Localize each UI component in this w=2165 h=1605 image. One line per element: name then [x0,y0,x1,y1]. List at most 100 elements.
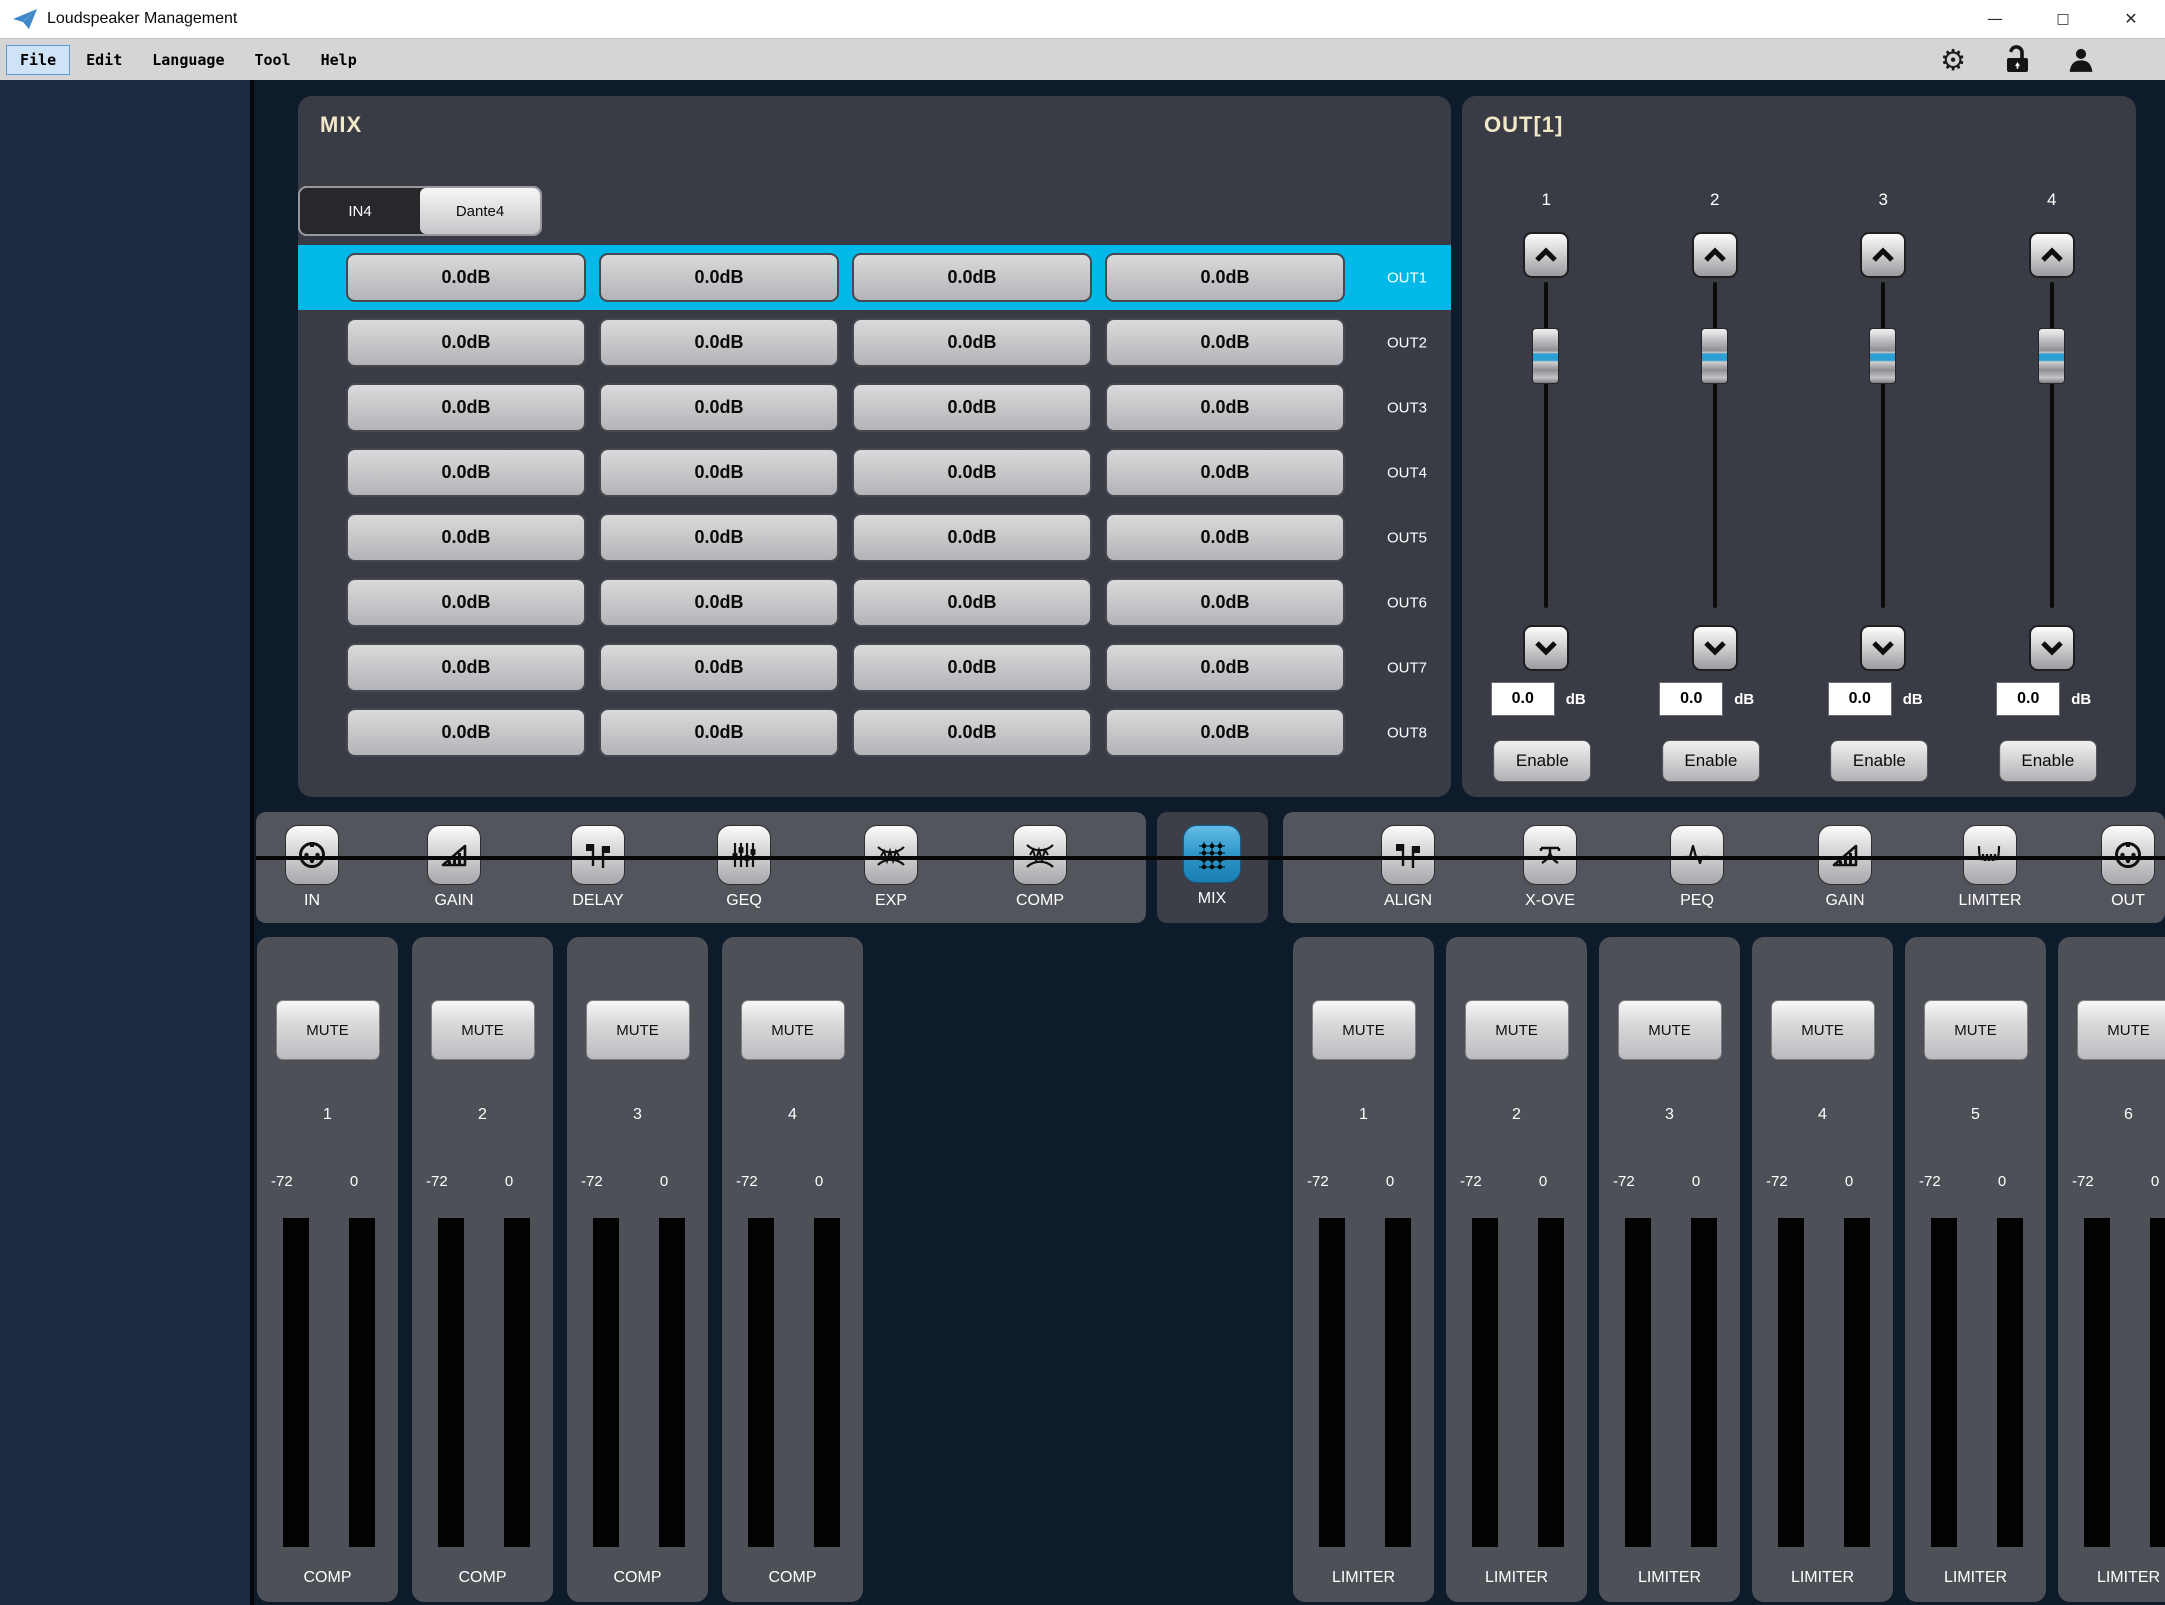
gain-ramp-icon[interactable] [427,825,481,885]
chain-stage-out[interactable]: OUT [2068,825,2165,910]
maximize-button[interactable]: □ [2029,0,2097,38]
matrix-cell[interactable]: 0.0dB [599,383,839,432]
enable-button[interactable]: Enable [1493,740,1591,782]
gain-increment-button[interactable] [1523,232,1569,278]
mute-button[interactable]: MUTE [431,1000,535,1060]
matrix-row[interactable]: 0.0dB 0.0dB 0.0dB 0.0dB OUT4 [298,440,1451,505]
matrix-cell[interactable]: 0.0dB [599,448,839,497]
chain-stage-delay[interactable]: DELAY [538,825,658,910]
mute-button[interactable]: MUTE [1771,1000,1875,1060]
matrix-cell[interactable]: 0.0dB [852,643,1092,692]
matrix-cell[interactable]: 0.0dB [599,708,839,757]
matrix-cell[interactable]: 0.0dB [852,578,1092,627]
gain-increment-button[interactable] [2029,232,2075,278]
matrix-row[interactable]: 0.0dB 0.0dB 0.0dB 0.0dB OUT8 [298,700,1451,765]
crossover-icon[interactable] [1523,825,1577,885]
matrix-cell[interactable]: 0.0dB [1105,253,1345,302]
graphic-eq-sliders-icon[interactable] [717,825,771,885]
matrix-row[interactable]: 0.0dB 0.0dB 0.0dB 0.0dB OUT3 [298,375,1451,440]
limiter-wave-icon[interactable] [1963,825,2017,885]
matrix-cell[interactable]: 0.0dB [1105,708,1345,757]
mute-button[interactable]: MUTE [741,1000,845,1060]
user-account-icon[interactable] [2065,42,2097,78]
gain-value-input[interactable]: 0.0 [1996,682,2060,716]
chain-stage-comp[interactable]: COMP [980,825,1100,910]
matrix-row[interactable]: 0.0dB 0.0dB 0.0dB 0.0dB OUT6 [298,570,1451,635]
matrix-cell[interactable]: 0.0dB [852,708,1092,757]
matrix-cell[interactable]: 0.0dB [852,318,1092,367]
matrix-cell[interactable]: 0.0dB [1105,383,1345,432]
gain-ramp-icon[interactable] [1818,825,1872,885]
chain-stage-limiter[interactable]: LIMITER [1930,825,2050,910]
gain-value-input[interactable]: 0.0 [1491,682,1555,716]
matrix-cell[interactable]: 0.0dB [599,253,839,302]
settings-gear-icon[interactable]: ⚙ [1937,42,1969,78]
gain-decrement-button[interactable] [2029,625,2075,671]
gain-increment-button[interactable] [1860,232,1906,278]
matrix-cell[interactable]: 0.0dB [1105,513,1345,562]
compressor-curve-icon[interactable] [1013,825,1067,885]
mute-button[interactable]: MUTE [586,1000,690,1060]
enable-button[interactable]: Enable [1830,740,1928,782]
analog-input-toggle[interactable]: IN4 [300,188,420,234]
menu-item[interactable]: Language [138,45,238,75]
gain-decrement-button[interactable] [1692,625,1738,671]
mute-button[interactable]: MUTE [1618,1000,1722,1060]
mute-button[interactable]: MUTE [2077,1000,2165,1060]
matrix-cell[interactable]: 0.0dB [599,578,839,627]
chain-stage-geq[interactable]: GEQ [684,825,804,910]
chain-stage-xover[interactable]: X-OVE [1490,825,1610,910]
matrix-cell[interactable]: 0.0dB [1105,578,1345,627]
align-flags-icon[interactable] [1381,825,1435,885]
gain-increment-button[interactable] [1692,232,1738,278]
chain-stage-align[interactable]: ALIGN [1348,825,1468,910]
gain-decrement-button[interactable] [1523,625,1569,671]
matrix-cell[interactable]: 0.0dB [1105,318,1345,367]
matrix-cell[interactable]: 0.0dB [1105,448,1345,497]
mute-button[interactable]: MUTE [1924,1000,2028,1060]
chain-stage-in[interactable]: IN [252,825,372,910]
mute-button[interactable]: MUTE [1465,1000,1569,1060]
matrix-cell[interactable]: 0.0dB [346,578,586,627]
matrix-cell[interactable]: 0.0dB [852,513,1092,562]
enable-button[interactable]: Enable [1999,740,2097,782]
mute-button[interactable]: MUTE [276,1000,380,1060]
matrix-cell[interactable]: 0.0dB [599,513,839,562]
matrix-cell[interactable]: 0.0dB [346,708,586,757]
matrix-cell[interactable]: 0.0dB [346,383,586,432]
din-connector-icon[interactable] [285,825,339,885]
matrix-cell[interactable]: 0.0dB [346,318,586,367]
matrix-cell[interactable]: 0.0dB [599,318,839,367]
close-button[interactable]: ✕ [2097,0,2165,38]
din-connector-icon[interactable] [2101,825,2155,885]
matrix-cell[interactable]: 0.0dB [346,513,586,562]
menu-item[interactable]: Help [307,45,371,75]
gain-value-input[interactable]: 0.0 [1828,682,1892,716]
chain-stage-mix-active[interactable]: MIX [1152,825,1272,908]
matrix-row[interactable]: 0.0dB 0.0dB 0.0dB 0.0dB OUT1 [298,245,1451,310]
chain-stage-out-gain[interactable]: GAIN [1785,825,1905,910]
fader-knob[interactable] [1869,328,1896,384]
matrix-cell[interactable]: 0.0dB [1105,643,1345,692]
unlock-padlock-icon[interactable] [2001,42,2033,78]
menu-item[interactable]: Tool [241,45,305,75]
parametric-eq-icon[interactable] [1670,825,1724,885]
gain-decrement-button[interactable] [1860,625,1906,671]
dante-input-toggle[interactable]: Dante4 [420,188,540,234]
menu-item[interactable]: File [6,45,70,75]
matrix-row[interactable]: 0.0dB 0.0dB 0.0dB 0.0dB OUT5 [298,505,1451,570]
fader-knob[interactable] [2038,328,2065,384]
minimize-button[interactable]: — [1961,0,2029,38]
fader-knob[interactable] [1701,328,1728,384]
matrix-cell[interactable]: 0.0dB [852,253,1092,302]
matrix-cell[interactable]: 0.0dB [346,643,586,692]
matrix-cell[interactable]: 0.0dB [852,448,1092,497]
chain-stage-peq[interactable]: PEQ [1637,825,1757,910]
matrix-cell[interactable]: 0.0dB [599,643,839,692]
gain-value-input[interactable]: 0.0 [1659,682,1723,716]
matrix-cell[interactable]: 0.0dB [852,383,1092,432]
matrix-cell[interactable]: 0.0dB [346,448,586,497]
matrix-cell[interactable]: 0.0dB [346,253,586,302]
fader-knob[interactable] [1532,328,1559,384]
delay-flags-icon[interactable] [571,825,625,885]
